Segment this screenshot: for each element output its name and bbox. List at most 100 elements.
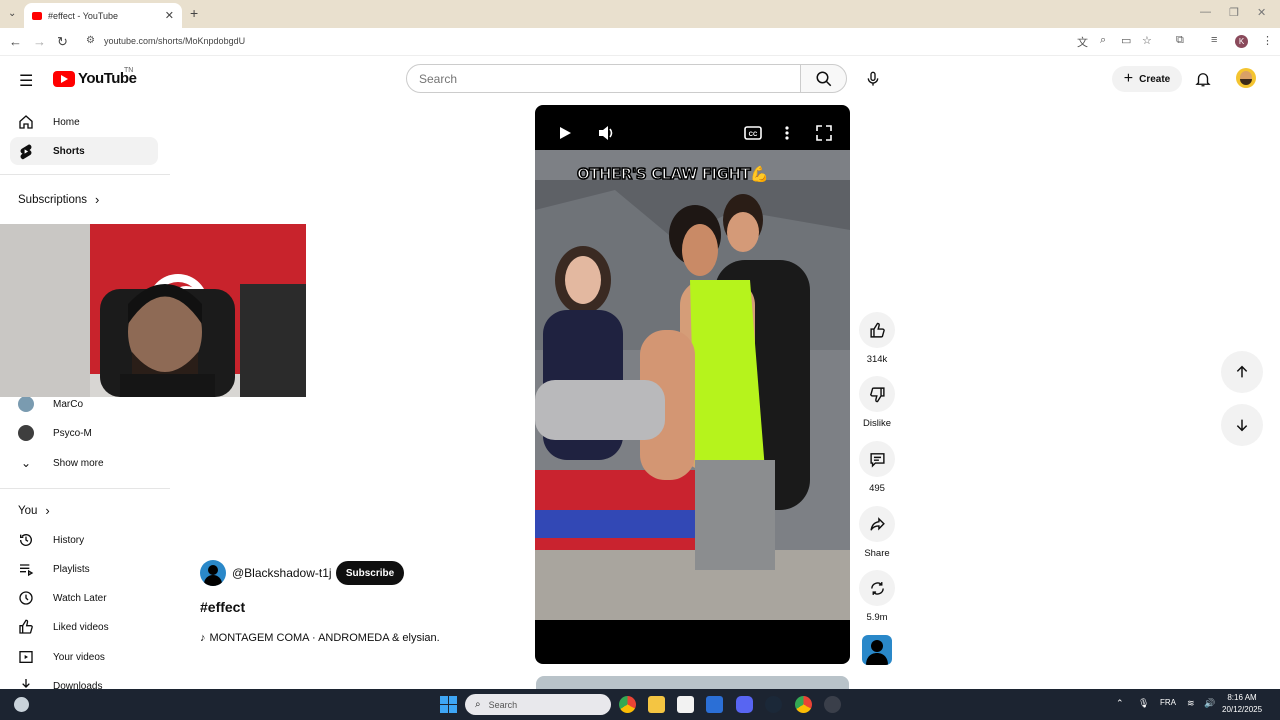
channel-avatar[interactable] — [200, 560, 226, 586]
microphone-tray-icon[interactable]: 🎙 — [1138, 698, 1149, 709]
like-button[interactable]: 314k — [858, 312, 896, 365]
next-short-button[interactable] — [1221, 404, 1263, 446]
previous-short-button[interactable] — [1221, 351, 1263, 393]
chrome-taskbar-icon[interactable] — [619, 696, 636, 713]
minimize-icon[interactable]: — — [1200, 6, 1211, 18]
chrome-profile-taskbar-icon[interactable] — [795, 696, 812, 713]
you-heading[interactable]: You › — [18, 503, 50, 518]
webcam-overlay — [0, 224, 306, 397]
bookmark-star-icon[interactable]: ☆ — [1142, 34, 1152, 47]
zoom-icon[interactable]: ⌕ — [1100, 34, 1106, 47]
volume-icon[interactable] — [597, 125, 615, 141]
youtube-logo[interactable]: YouTube TN — [53, 67, 137, 87]
shorts-player[interactable]: CC OTHER'S CLAW FIGHT💪 — [535, 105, 850, 664]
video-icon — [18, 649, 34, 665]
tab-close-icon[interactable]: ✕ — [165, 9, 174, 22]
site-info-icon[interactable]: ⚙ — [86, 35, 95, 46]
close-window-icon[interactable]: ✕ — [1257, 6, 1266, 19]
sidebar-item-your-videos[interactable]: Your videos — [10, 643, 158, 671]
back-icon[interactable]: ← — [9, 34, 22, 49]
hamburger-menu-icon[interactable]: ☰ — [19, 71, 33, 91]
forward-icon[interactable]: → — [33, 34, 46, 49]
music-note-icon: ♪ — [200, 632, 206, 644]
sidebar-item-label: MarCo — [53, 398, 84, 410]
sidebar-item-liked-videos[interactable]: Liked videos — [10, 613, 158, 641]
webcam-feed-image — [0, 224, 306, 397]
remix-icon — [870, 581, 884, 595]
app-icon[interactable] — [706, 696, 723, 713]
sidebar-item-label: Watch Later — [53, 592, 107, 604]
translate-icon[interactable]: 文 — [1077, 34, 1088, 50]
cast-icon[interactable]: ▭ — [1121, 34, 1131, 47]
browser-tab-strip: ⌄ #effect - YouTube ✕ + — ❐ ✕ — [0, 0, 1280, 28]
next-short-preview[interactable] — [536, 676, 849, 690]
channel-avatar — [18, 425, 34, 441]
chrome-profile-avatar[interactable]: K — [1235, 35, 1248, 48]
extensions-icon[interactable]: ⧉ — [1176, 34, 1184, 47]
comments-button[interactable]: 495 — [858, 441, 896, 494]
system-tray-chevron-icon[interactable]: ⌃ — [1116, 698, 1124, 709]
maximize-icon[interactable]: ❐ — [1229, 6, 1239, 19]
search-icon — [816, 71, 831, 86]
tab-search-icon[interactable]: ⌄ — [8, 8, 16, 19]
sidebar-show-more[interactable]: ⌄ Show more — [10, 449, 158, 477]
sidebar-item-label: Liked videos — [53, 621, 109, 633]
play-icon[interactable] — [557, 125, 573, 141]
search-input[interactable] — [419, 72, 789, 86]
history-icon — [18, 532, 34, 548]
share-button-circle — [859, 506, 895, 542]
taskbar-search[interactable]: ⌕ Search — [465, 694, 611, 715]
sidebar-item-label: Your videos — [53, 651, 105, 663]
channel-handle[interactable]: @Blackshadow-t1j — [232, 566, 332, 580]
music-link[interactable]: ♪ MONTAGEM COMA · ANDROMEDA & elysian. — [200, 632, 440, 644]
wifi-icon[interactable]: ≋ — [1187, 698, 1195, 709]
fullscreen-icon[interactable] — [816, 125, 832, 141]
dislike-button[interactable]: Dislike — [858, 376, 896, 429]
short-title[interactable]: #effect — [200, 599, 245, 615]
subscribe-button[interactable]: Subscribe — [336, 561, 404, 585]
search-button[interactable] — [800, 64, 847, 93]
remix-button[interactable]: 5.9m — [858, 570, 896, 623]
sidebar-channel-psyco-m[interactable]: Psyco-M — [10, 419, 158, 447]
sound-source-thumbnail[interactable] — [862, 635, 892, 665]
reload-icon[interactable]: ↻ — [57, 34, 68, 50]
plus-icon: + — [1123, 70, 1134, 87]
new-tab-button[interactable]: + — [190, 5, 198, 21]
thumb-down-icon — [869, 386, 885, 402]
clock-icon — [18, 590, 34, 606]
file-explorer-icon[interactable] — [648, 696, 665, 713]
sidebar-item-label: Home — [53, 116, 80, 128]
sidebar-item-home[interactable]: Home — [10, 108, 158, 136]
chrome-menu-icon[interactable]: ⋮ — [1262, 34, 1273, 47]
sidebar-item-shorts[interactable]: Shorts — [10, 137, 158, 165]
speaker-icon[interactable]: 🔊 — [1204, 698, 1215, 709]
tab-title: #effect - YouTube — [48, 10, 119, 21]
captions-icon[interactable]: CC — [744, 125, 762, 141]
taskbar-clock[interactable]: 8:16 AM 20/12/2025 — [1222, 692, 1262, 716]
input-language[interactable]: FRA — [1160, 698, 1176, 707]
voice-search-button[interactable] — [857, 63, 889, 95]
subscriptions-heading[interactable]: Subscriptions › — [18, 192, 99, 207]
windows-start-icon[interactable] — [440, 696, 457, 713]
taskbar-search-placeholder: Search — [488, 699, 518, 710]
sidebar-item-playlists[interactable]: Playlists — [10, 555, 158, 583]
widgets-icon[interactable] — [14, 697, 29, 712]
more-options-icon[interactable] — [783, 125, 791, 141]
sidebar-item-downloads[interactable]: Downloads — [10, 673, 158, 689]
address-bar[interactable]: ⚙ youtube.com/shorts/MoKnpdobgdU — [80, 31, 1200, 53]
browser-tab-active[interactable]: #effect - YouTube ✕ — [24, 3, 182, 28]
store-icon[interactable] — [677, 696, 694, 713]
notifications-bell-icon[interactable] — [1194, 69, 1212, 89]
sidebar-item-watch-later[interactable]: Watch Later — [10, 584, 158, 612]
steam-icon[interactable] — [765, 696, 782, 713]
app-taskbar-icon[interactable] — [824, 696, 841, 713]
thumb-up-icon — [869, 322, 885, 338]
reading-list-icon[interactable]: ≡ — [1211, 34, 1217, 46]
discord-icon[interactable] — [736, 696, 753, 713]
video-caption-overlay: OTHER'S CLAW FIGHT💪 — [576, 164, 769, 184]
sidebar-divider — [0, 488, 170, 489]
account-avatar[interactable] — [1236, 68, 1256, 88]
sidebar-item-history[interactable]: History — [10, 526, 158, 554]
share-button[interactable]: Share — [858, 506, 896, 559]
create-button[interactable]: + Create — [1112, 66, 1182, 92]
